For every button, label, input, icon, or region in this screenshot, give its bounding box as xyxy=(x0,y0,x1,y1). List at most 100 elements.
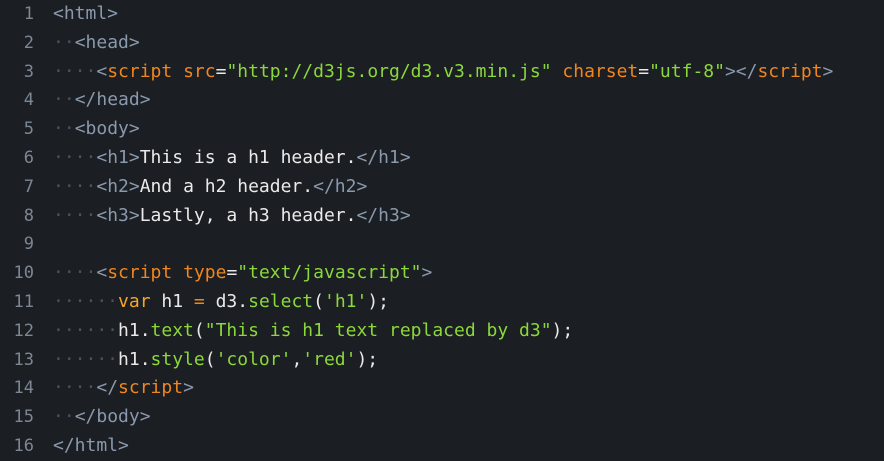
code-token: < xyxy=(96,60,108,82)
code-text: ······h1.text("This is h1 text replaced … xyxy=(53,317,573,346)
code-token: </h3> xyxy=(356,204,411,226)
code-text: ····<h2>And a h2 header.</h2> xyxy=(53,173,367,202)
code-token: "text/javascript" xyxy=(237,262,422,284)
code-text: ····<script type="text/javascript"> xyxy=(53,259,432,288)
code-line[interactable]: 14 ····</script> xyxy=(0,374,884,403)
code-line[interactable]: 11 ······var h1 = d3.select('h1'); xyxy=(0,288,884,317)
line-number: 7 xyxy=(23,176,34,197)
code-line[interactable]: 5 ··<body> xyxy=(0,115,884,144)
code-token: > xyxy=(822,60,834,82)
line-number: 15 xyxy=(13,407,34,428)
indent-guide-dots: ···· xyxy=(53,204,97,226)
code-token: <html> xyxy=(53,3,119,24)
code-token: ( xyxy=(204,348,216,370)
code-line[interactable]: 1 <html> xyxy=(0,0,884,29)
code-text: ··</head> xyxy=(53,86,151,115)
code-line[interactable]: 12 ······h1.text("This is h1 text replace… xyxy=(0,317,884,346)
code-token: = xyxy=(215,60,227,82)
code-token: select xyxy=(248,290,314,312)
line-number: 4 xyxy=(23,90,34,111)
indent-guide-dots: ···· xyxy=(53,262,97,284)
line-number: 6 xyxy=(23,147,34,168)
code-token: src xyxy=(183,60,216,82)
code-token: > xyxy=(421,262,433,284)
code-token: </html> xyxy=(53,434,129,456)
code-text: ··<body> xyxy=(53,115,140,144)
code-token: 'h1' xyxy=(323,290,368,312)
code-token: , xyxy=(291,348,303,370)
code-text: ····<script src="http://d3js.org/d3.v3.m… xyxy=(53,58,833,87)
code-token: <head> xyxy=(74,31,140,53)
code-token: </h2> xyxy=(313,175,368,197)
code-token: = xyxy=(226,262,238,284)
code-line[interactable]: 4 ··</head> xyxy=(0,86,884,115)
code-token: charset xyxy=(562,60,639,82)
code-text: ····</script> xyxy=(53,374,194,403)
code-line[interactable]: 2 ··<head> xyxy=(0,29,884,58)
code-token: Lastly, a h3 header. xyxy=(139,204,357,226)
code-token: h1 xyxy=(150,290,194,312)
line-number: 5 xyxy=(23,119,34,140)
code-token: "http://d3js.org/d3.v3.min.js" xyxy=(226,60,552,82)
code-token: ( xyxy=(313,290,324,312)
indent-guide-dots: ···· xyxy=(53,146,97,168)
line-number: 11 xyxy=(13,291,34,312)
code-token: script xyxy=(757,60,823,82)
indent-guide-dots: ···· xyxy=(53,377,97,399)
indent-guide-dots: ······ xyxy=(53,319,119,341)
line-number: 10 xyxy=(13,263,34,284)
code-token: script xyxy=(107,262,173,284)
code-token: This is a h1 header. xyxy=(139,146,357,168)
code-text: ··</body> xyxy=(53,403,151,432)
code-token: And a h2 header. xyxy=(139,175,314,197)
indent-guide-dots: ······ xyxy=(53,290,119,312)
indent-guide-dots: ······ xyxy=(53,348,119,370)
line-number: 2 xyxy=(23,32,34,53)
code-line[interactable]: 10 ····<script type="text/javascript"> xyxy=(0,259,884,288)
line-number: 9 xyxy=(23,234,34,255)
code-token: ></ xyxy=(724,60,758,82)
code-token: ); xyxy=(356,348,379,370)
code-token: <body> xyxy=(74,118,140,140)
code-line[interactable]: 3 ····<script src="http://d3js.org/d3.v3.… xyxy=(0,58,884,87)
code-token: "utf-8" xyxy=(649,60,725,82)
indent-guide-dots: ···· xyxy=(53,175,97,197)
code-token: ( xyxy=(193,319,205,341)
line-number: 3 xyxy=(23,61,34,82)
code-token: "This is h1 text replaced by d3" xyxy=(204,319,552,341)
code-token: ); xyxy=(551,319,574,341)
code-token: type xyxy=(183,262,227,284)
code-token: </ xyxy=(96,377,119,399)
code-token: ); xyxy=(367,290,390,312)
line-number: 13 xyxy=(13,349,34,370)
code-token: style xyxy=(150,348,205,370)
code-token: = xyxy=(193,290,205,312)
code-text: <html> xyxy=(53,0,118,29)
line-number: 16 xyxy=(13,435,34,456)
code-editor[interactable]: 1 <html> 2 ··<head> 3 ····<script src="http:/… xyxy=(0,0,884,461)
code-line[interactable]: 15 ··</body> xyxy=(0,403,884,432)
code-line[interactable]: 9 xyxy=(0,230,884,259)
code-token: h1. xyxy=(118,348,151,370)
code-text: </html> xyxy=(53,432,129,461)
code-line[interactable]: 6 ····<h1>This is a h1 header.</h1> xyxy=(0,144,884,173)
code-line[interactable]: 16 </html> xyxy=(0,432,884,461)
indent-guide-dots: ·· xyxy=(53,406,75,428)
code-token: = xyxy=(638,60,650,82)
code-token: </h1> xyxy=(356,146,411,168)
code-token: </body> xyxy=(74,406,151,428)
code-text: ····<h1>This is a h1 header.</h1> xyxy=(53,144,411,173)
indent-guide-dots: ·· xyxy=(53,118,75,140)
code-token: 'color' xyxy=(215,348,292,370)
code-line[interactable]: 13 ······h1.style('color','red'); xyxy=(0,346,884,375)
indent-guide-dots: ···· xyxy=(53,60,97,82)
code-line[interactable]: 8 ····<h3>Lastly, a h3 header.</h3> xyxy=(0,202,884,231)
code-token: d3. xyxy=(204,290,249,312)
code-line[interactable]: 7 ····<h2>And a h2 header.</h2> xyxy=(0,173,884,202)
line-number: 14 xyxy=(13,378,34,399)
code-token: script xyxy=(107,60,173,82)
code-token: <h1> xyxy=(96,146,140,168)
indent-guide-dots: ·· xyxy=(53,89,75,111)
code-token: < xyxy=(96,262,108,284)
